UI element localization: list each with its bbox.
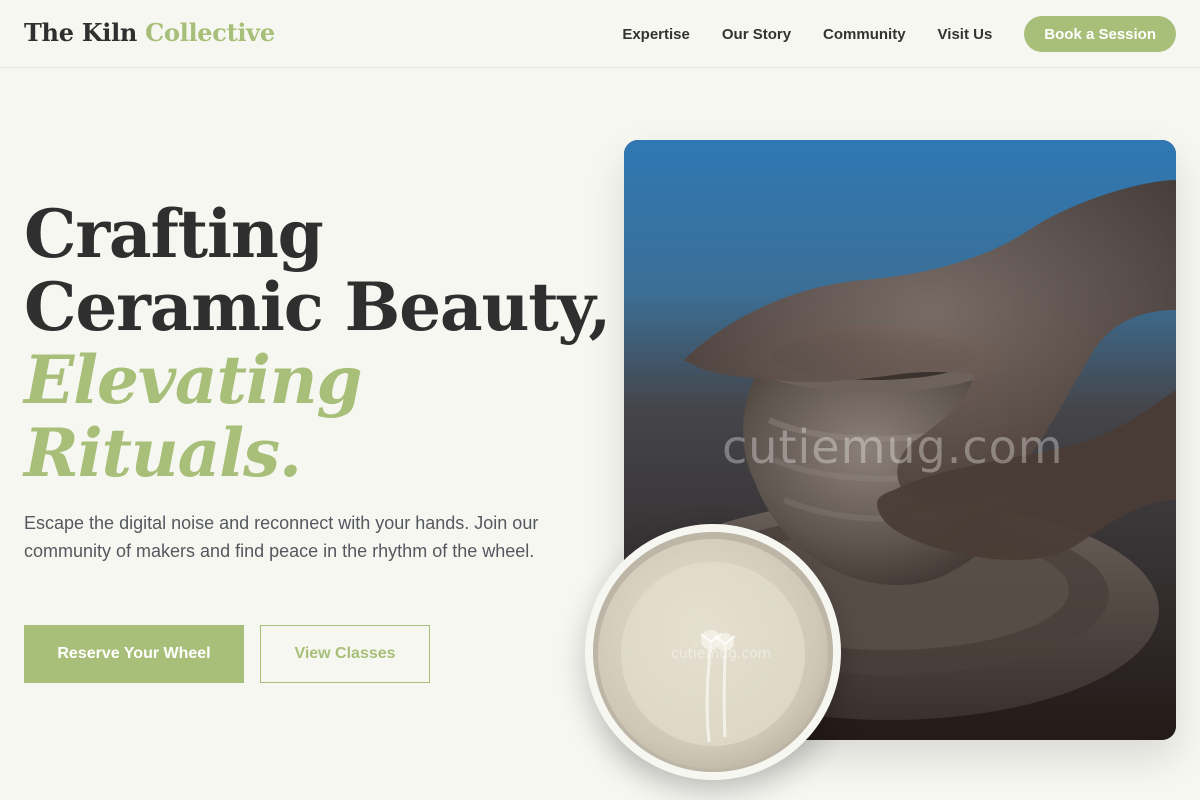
site-header: The Kiln Collective Expertise Our Story … bbox=[0, 0, 1200, 68]
nav-link-community[interactable]: Community bbox=[823, 26, 906, 43]
hero-title-line-2: Ceramic Beauty, bbox=[24, 268, 611, 346]
hero-title-accent-line-1: Elevating bbox=[24, 341, 363, 419]
brand-name-primary: The Kiln bbox=[24, 18, 138, 47]
ceramic-plate-illustration: cutiemug.com bbox=[593, 532, 833, 772]
circle-image-watermark: cutiemug.com bbox=[671, 646, 771, 662]
view-classes-button[interactable]: View Classes bbox=[260, 625, 430, 683]
book-session-button[interactable]: Book a Session bbox=[1024, 16, 1176, 52]
nav-link-visit-us[interactable]: Visit Us bbox=[938, 26, 993, 43]
hero-title: Crafting Ceramic Beauty, Elevating Ritua… bbox=[24, 198, 624, 490]
main-nav: Expertise Our Story Community Visit Us B… bbox=[622, 16, 1176, 52]
circle-image-ceramic-plate: cutiemug.com bbox=[585, 524, 841, 780]
hero-title-line-1: Crafting bbox=[24, 195, 324, 273]
nav-link-our-story[interactable]: Our Story bbox=[722, 26, 791, 43]
nav-link-expertise[interactable]: Expertise bbox=[622, 26, 690, 43]
brand-logo[interactable]: The Kiln Collective bbox=[24, 18, 275, 47]
hero-title-accent-line-2: Rituals. bbox=[24, 414, 302, 492]
hero-subtitle: Escape the digital noise and reconnect w… bbox=[24, 513, 539, 561]
reserve-wheel-button[interactable]: Reserve Your Wheel bbox=[24, 625, 244, 683]
hero-image-watermark: cutiemug.com bbox=[722, 420, 1064, 474]
brand-name-accent: Collective bbox=[145, 18, 275, 47]
